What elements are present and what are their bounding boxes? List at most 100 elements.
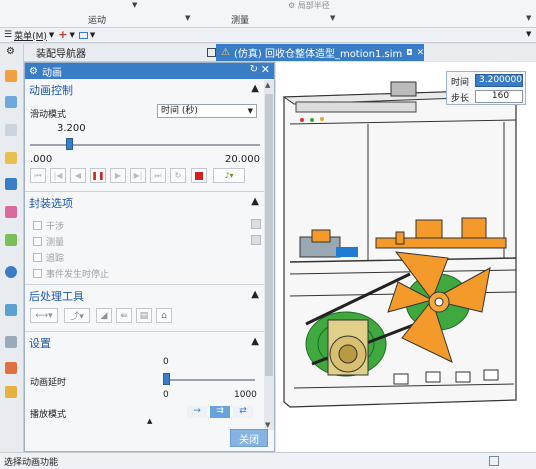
palette-icon[interactable] [5, 234, 17, 246]
menu-bar: ☰ 菜单(M) ▼ + ▼ ▼ ▼ [0, 28, 536, 43]
add-button[interactable]: + ▼ [58, 29, 75, 40]
time-field[interactable]: 3.200000 [475, 74, 523, 87]
orange-bin-1 [415, 219, 443, 241]
chevron-down-icon[interactable]: ▼ [526, 30, 531, 38]
scene-icon[interactable] [5, 386, 17, 398]
reuse-library-icon[interactable] [5, 206, 17, 218]
time-slider-thumb[interactable] [65, 138, 73, 150]
close-button[interactable]: 关闭 [230, 429, 268, 447]
chevron-up-icon[interactable]: ▲ [265, 81, 270, 89]
constraint-nav-icon[interactable] [5, 152, 17, 164]
section-title: 动画控制 [29, 84, 73, 97]
close-icon[interactable]: ✕ [417, 48, 425, 58]
range-min: .000 [30, 154, 53, 165]
ribbon: ▼ ⚙ 局部半径 运动 ▼ 测量 ▼ ▼ [0, 0, 536, 28]
delay-value: 0 [163, 357, 169, 367]
window-icon [78, 31, 88, 39]
orange-cup [311, 229, 331, 243]
stop-button[interactable] [191, 168, 207, 183]
scrollbar-thumb[interactable] [265, 94, 273, 376]
part-nav-icon[interactable] [5, 96, 17, 108]
document-tab[interactable]: ⚠ (仿真) 回收仓整体造型_motion1.sim ◘ ✕ [216, 44, 424, 61]
history-icon[interactable] [5, 124, 17, 136]
step-field[interactable]: 160 [475, 90, 523, 103]
chevron-down-icon[interactable]: ▼ [185, 14, 190, 22]
close-icon[interactable]: ✕ [261, 63, 270, 76]
interference-settings-button[interactable] [251, 219, 261, 229]
compare-button[interactable]: ⇚ [116, 308, 132, 323]
tab-options-icon[interactable]: ◘ [406, 48, 412, 57]
delay-slider-thumb[interactable] [163, 373, 170, 385]
menu-button[interactable]: ☰ 菜单(M) ▼ [4, 29, 54, 42]
status-light-red [300, 118, 304, 122]
first-frame-button[interactable]: ⏮ [30, 168, 46, 183]
divider [25, 191, 265, 192]
time-slider-track[interactable] [30, 144, 260, 146]
home-button[interactable]: ⌂ [156, 308, 172, 323]
step-back-button[interactable]: |◀ [50, 168, 66, 183]
chevron-down-icon: ▼ [69, 31, 75, 39]
chevron-down-icon[interactable]: ▼ [132, 1, 137, 9]
assembly-nav-icon[interactable] [5, 70, 17, 82]
model-viewport[interactable] [276, 62, 536, 452]
dialog-title-bar: ⚙ 动画 ↻ ✕ [25, 63, 274, 79]
chevron-up-icon[interactable]: ▲ [251, 289, 259, 300]
restore-icon[interactable] [207, 48, 216, 57]
section-settings[interactable]: 设置 ▲ [29, 335, 263, 351]
chevron-down-icon[interactable]: ▼ [330, 14, 335, 22]
marker-button[interactable]: ⤴▾ [64, 308, 90, 323]
chevron-down-icon[interactable]: ▼ [265, 421, 270, 429]
play-loop-button[interactable]: ⇉ [210, 406, 230, 418]
top-handle [390, 81, 417, 97]
ribbon-group-motion[interactable]: 运动 [88, 13, 106, 26]
play-once-button[interactable]: → [187, 406, 207, 418]
dialog-scrollbar[interactable]: ▲ ▼ [264, 80, 274, 430]
stop-on-event-checkbox[interactable]: 事件发生时停止 [33, 267, 109, 280]
slider-value: 3.200 [57, 123, 86, 134]
chevron-up-icon[interactable]: ▲ [251, 83, 259, 94]
play-bounce-button[interactable]: ⇄ [233, 406, 253, 418]
motion-nav-icon[interactable] [5, 178, 17, 190]
system-materials-icon[interactable] [5, 362, 17, 374]
slide-mode-select[interactable]: 时间 (秒) ▼ [157, 104, 257, 118]
trace-checkbox[interactable]: 追踪 [33, 251, 64, 264]
delay-max: 1000 [234, 390, 257, 400]
snapshot-button[interactable]: ◢ [96, 308, 112, 323]
chevron-up-icon[interactable]: ▲ [251, 196, 259, 207]
ribbon-group-measure[interactable]: 测量 [231, 13, 249, 26]
divider [25, 284, 265, 285]
section-animation-control[interactable]: 动画控制 ▲ [29, 82, 263, 98]
play-mode-label: 播放模式 [30, 410, 67, 420]
playback-toolbar: ⏮ |◀ ◀ ❚❚ ▶ ▶| ⏭ ↻ ♪▾ [30, 168, 260, 184]
loop-button[interactable]: ↻ [170, 168, 186, 183]
delay-slider-track[interactable] [163, 379, 255, 381]
chevron-up-icon[interactable]: ▲ [147, 417, 152, 425]
checkbox-box [33, 269, 42, 278]
section-postprocess-tools[interactable]: 后处理工具 ▲ [29, 288, 263, 304]
history-roles-icon[interactable] [5, 336, 17, 348]
export-video-button[interactable]: ⟷▾ [30, 308, 58, 323]
gear-icon[interactable]: ⚙ [29, 66, 38, 77]
checkbox-box [33, 237, 42, 246]
measure-settings-button[interactable] [251, 235, 261, 245]
print-button[interactable]: ▤ [136, 308, 152, 323]
interference-checkbox[interactable]: 干涉 [33, 219, 64, 232]
playback-mode-button[interactable]: ♪▾ [213, 168, 245, 183]
play-button[interactable]: ▶ [110, 168, 126, 183]
reset-icon[interactable]: ↻ [250, 64, 258, 75]
fullscreen-icon[interactable] [489, 456, 499, 466]
orange-post [395, 231, 405, 245]
chevron-up-icon[interactable]: ▲ [251, 336, 259, 347]
info-icon[interactable] [5, 266, 17, 278]
step-forward-button[interactable]: ▶| [130, 168, 146, 183]
chevron-down-icon[interactable]: ▼ [526, 14, 531, 22]
play-back-button[interactable]: ◀ [70, 168, 86, 183]
measure-checkbox[interactable]: 测量 [33, 235, 64, 248]
section-packaging-options[interactable]: 封装选项 ▲ [29, 195, 263, 211]
dialog-title: 动画 [41, 67, 62, 79]
last-frame-button[interactable]: ⏭ [150, 168, 166, 183]
window-button[interactable]: ▼ [78, 31, 95, 39]
pause-button[interactable]: ❚❚ [90, 168, 106, 183]
web-browser-icon[interactable] [5, 304, 17, 316]
gear-icon[interactable]: ⚙ [6, 46, 15, 57]
